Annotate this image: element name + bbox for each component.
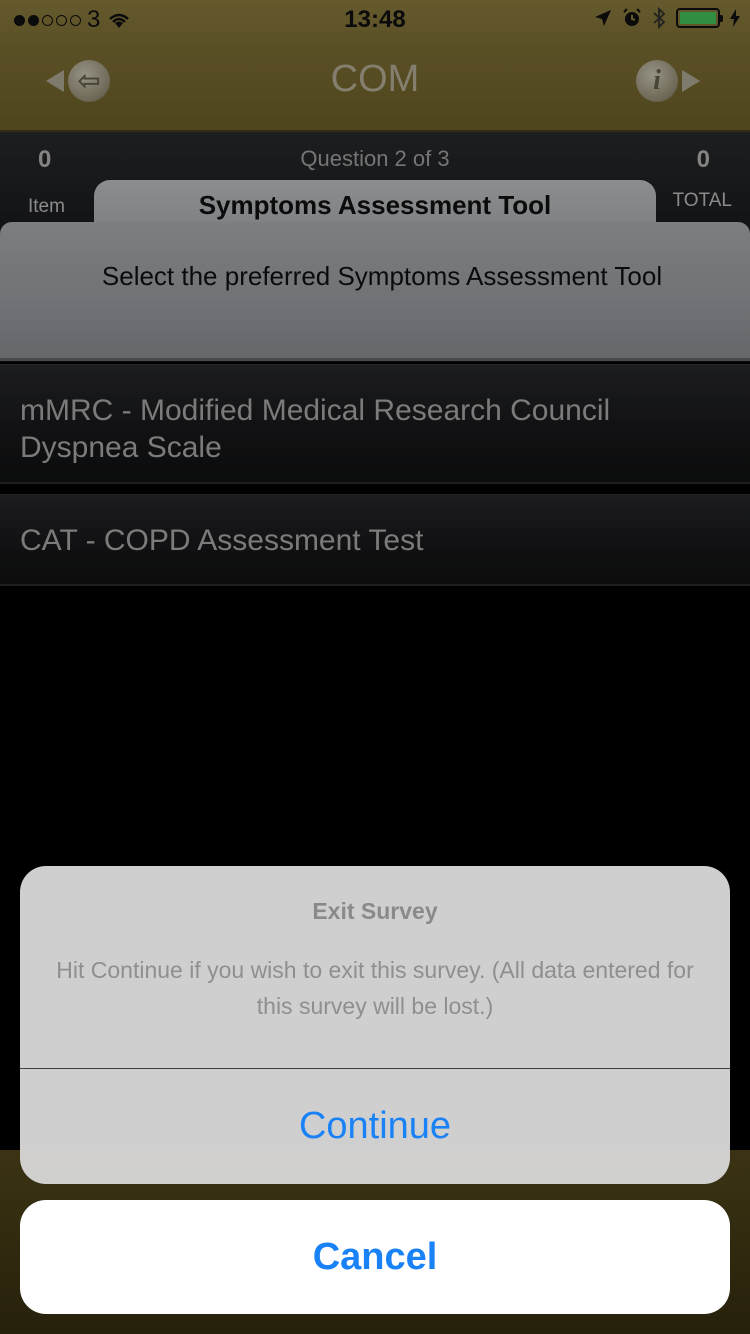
continue-button[interactable]: Continue [20, 1069, 730, 1184]
alert-title: Exit Survey [312, 898, 438, 924]
alert-message: Hit Continue if you wish to exit this su… [56, 957, 694, 1019]
app-screen: 3 13:48 ⇦ COM i 0 Question 2 of 3 0 Item… [0, 0, 750, 1334]
cancel-button[interactable]: Cancel [20, 1200, 730, 1314]
exit-survey-alert: Exit Survey Hit Continue if you wish to … [20, 866, 730, 1184]
